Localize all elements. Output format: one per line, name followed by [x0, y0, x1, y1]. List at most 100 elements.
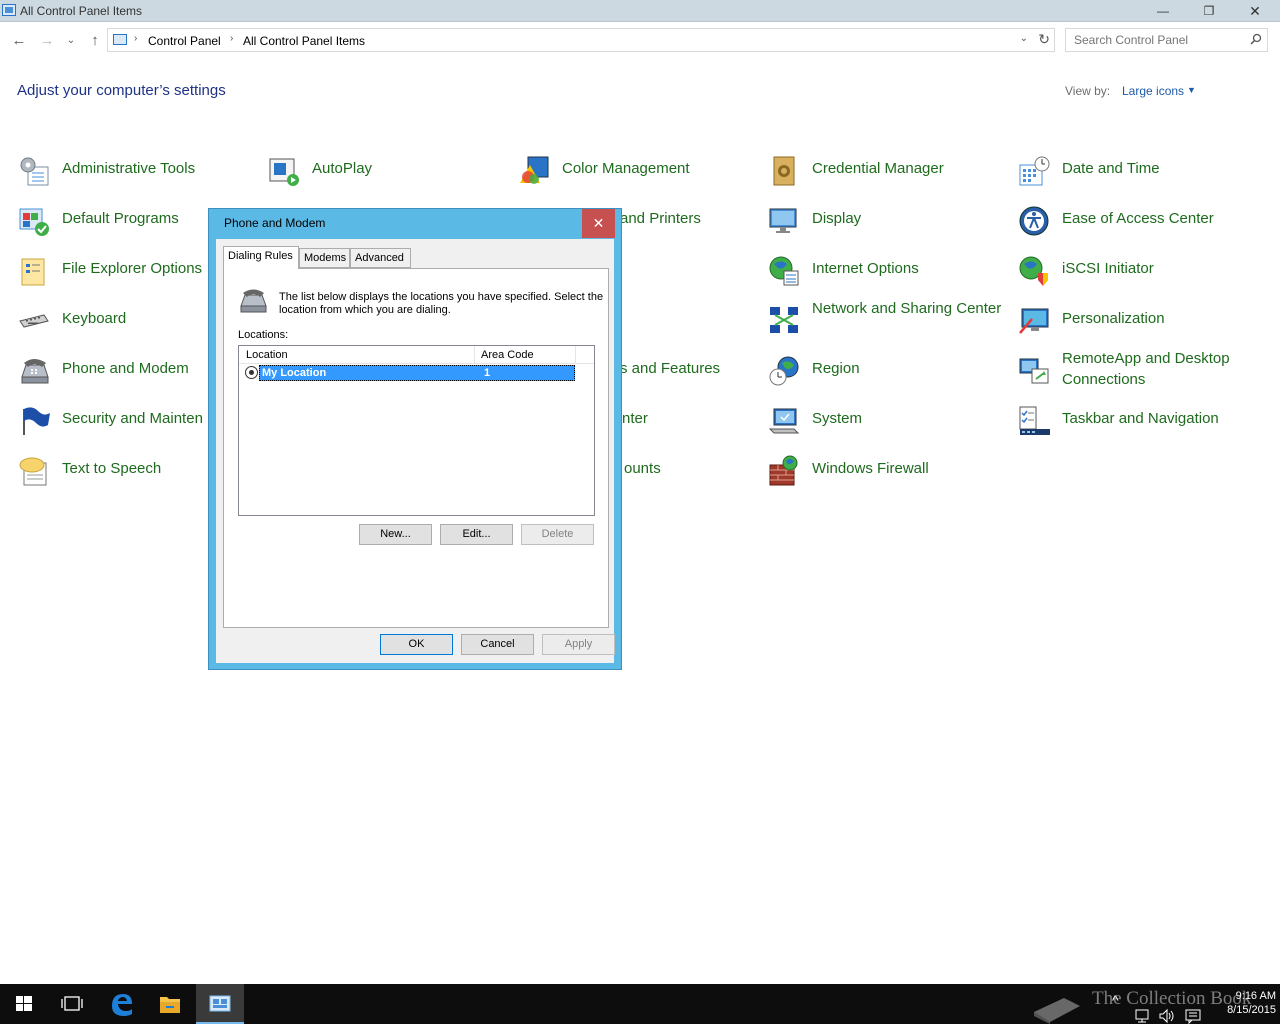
column-header-location[interactable]: Location: [246, 349, 288, 361]
item-date-and-time[interactable]: Date and Time: [1018, 155, 1248, 195]
keyboard-icon: [19, 314, 49, 328]
column-divider[interactable]: [474, 346, 475, 364]
column-divider[interactable]: [575, 346, 576, 364]
color-management-icon: [520, 156, 549, 184]
table-row[interactable]: My Location 1: [259, 365, 575, 381]
minimize-button[interactable]: —: [1140, 0, 1186, 22]
edge-browser-button[interactable]: [98, 984, 146, 1024]
item-label: Color Management: [562, 160, 690, 177]
item-credential-manager[interactable]: Credential Manager: [768, 155, 998, 195]
breadcrumb-all-items[interactable]: All Control Panel Items: [243, 34, 365, 48]
collection-book-logo: [1034, 998, 1080, 1024]
item-label: Date and Time: [1062, 160, 1160, 177]
cancel-button[interactable]: Cancel: [461, 634, 534, 655]
view-by-label: View by:: [1065, 84, 1111, 98]
up-button[interactable]: ↑: [84, 30, 106, 52]
item-display[interactable]: Display: [768, 205, 998, 245]
phone-modem-icon: [21, 359, 49, 384]
item-label: Display: [812, 210, 862, 227]
phone-and-modem-dialog: Phone and Modem ✕ Dialing Rules Modems A…: [208, 208, 622, 670]
page-title: Adjust your computer’s settings: [17, 82, 226, 99]
search-box[interactable]: [1065, 28, 1268, 52]
tab-dialing-rules[interactable]: Dialing Rules: [223, 246, 299, 269]
dialing-rules-description: The list below displays the locations yo…: [279, 291, 604, 316]
item-network-sharing[interactable]: Network and Sharing Center: [768, 300, 1001, 345]
item-color-management[interactable]: Color Management: [518, 155, 748, 195]
control-panel-taskbar-button[interactable]: [196, 984, 244, 1024]
edge-icon: [112, 994, 132, 1016]
location-area-code: 1: [484, 367, 491, 379]
chevron-down-icon[interactable]: ▼: [1187, 85, 1196, 95]
item-label: Network and Sharing Center: [812, 300, 1002, 317]
control-panel-icon: [2, 4, 16, 16]
ok-button[interactable]: OK: [380, 634, 453, 655]
restore-button[interactable]: ❐: [1186, 0, 1232, 22]
item-autoplay[interactable]: AutoPlay: [268, 155, 498, 195]
item-internet-options[interactable]: Internet Options: [768, 255, 998, 295]
refresh-icon[interactable]: ↻: [1038, 31, 1050, 48]
search-icon[interactable]: [1250, 33, 1262, 45]
text-to-speech-icon: [19, 457, 47, 486]
file-explorer-options-icon: [21, 258, 45, 286]
close-window-button[interactable]: ✕: [1232, 0, 1278, 22]
item-label: Region: [812, 360, 860, 377]
display-icon: [769, 208, 797, 233]
item-label: iSCSI Initiator: [1062, 260, 1154, 277]
locations-list[interactable]: Location Area Code My Location 1: [238, 345, 595, 516]
admin-tools-icon: [20, 157, 49, 186]
remoteapp-icon: [1019, 358, 1049, 384]
item-text-to-speech[interactable]: Text to Speech: [18, 455, 208, 495]
watermark-text: The Collection Book: [1092, 988, 1252, 1009]
list-header: Location Area Code: [239, 346, 594, 364]
address-dropdown-icon[interactable]: ⌄: [1020, 33, 1028, 44]
back-button[interactable]: ←: [8, 30, 30, 52]
new-location-button[interactable]: New...: [359, 524, 432, 545]
start-button[interactable]: [0, 984, 48, 1024]
item-iscsi-initiator[interactable]: iSCSI Initiator: [1018, 255, 1248, 295]
security-maintenance-icon: [23, 407, 50, 435]
windows-logo-icon: [16, 996, 32, 1011]
item-label: Internet Options: [812, 260, 919, 277]
view-by-dropdown[interactable]: Large icons: [1122, 84, 1184, 98]
task-view-icon: [61, 996, 83, 1011]
control-panel-icon: [113, 34, 127, 45]
search-input[interactable]: [1066, 29, 1246, 51]
column-header-area-code[interactable]: Area Code: [481, 349, 534, 361]
tab-advanced[interactable]: Advanced: [350, 248, 411, 268]
forward-button[interactable]: →: [36, 30, 58, 52]
dialog-close-button[interactable]: ✕: [582, 209, 615, 238]
navigation-row: ← → ⌄ ↑ › Control Panel › All Control Pa…: [0, 28, 1280, 54]
location-name: My Location: [262, 367, 327, 379]
breadcrumb-control-panel[interactable]: Control Panel: [148, 34, 221, 48]
item-windows-firewall[interactable]: Windows Firewall: [768, 455, 998, 495]
address-bar[interactable]: › Control Panel › All Control Panel Item…: [107, 28, 1055, 52]
item-label: RemoteApp and Desktop Connections: [1062, 350, 1230, 388]
location-radio[interactable]: [245, 366, 258, 379]
delete-location-button[interactable]: Delete: [521, 524, 594, 545]
iscsi-initiator-icon: [1019, 256, 1048, 286]
item-administrative-tools[interactable]: Administrative Tools: [18, 155, 248, 195]
file-explorer-button[interactable]: [146, 984, 194, 1024]
item-security-and-maintenance[interactable]: Security and Mainten: [18, 405, 208, 445]
item-system[interactable]: System: [768, 405, 998, 445]
region-icon: [769, 356, 799, 386]
task-view-button[interactable]: [48, 984, 96, 1024]
breadcrumb-separator: ›: [134, 33, 138, 44]
item-label: System: [812, 410, 863, 427]
item-remoteapp[interactable]: RemoteApp and Desktop Connections: [1018, 350, 1258, 395]
control-panel-icon: [209, 995, 231, 1012]
tab-modems[interactable]: Modems: [299, 248, 350, 268]
internet-options-icon: [769, 256, 799, 286]
apply-button[interactable]: Apply: [542, 634, 615, 655]
dialog-body: Dialing Rules Modems Advanced The list b…: [216, 239, 615, 663]
recent-locations-button[interactable]: ⌄: [60, 30, 82, 52]
window-title-bar: All Control Panel Items — ❐ ✕: [0, 0, 1280, 22]
item-label: Personalization: [1062, 310, 1165, 327]
item-taskbar-and-navigation[interactable]: Taskbar and Navigation: [1018, 405, 1258, 445]
item-region[interactable]: Region: [768, 355, 998, 395]
item-ease-of-access[interactable]: Ease of Access Center: [1018, 205, 1248, 245]
item-personalization[interactable]: Personalization: [1018, 305, 1248, 345]
edit-location-button[interactable]: Edit...: [440, 524, 513, 545]
taskbar: ^ 9:16 AM 8/15/2015: [0, 984, 1280, 1024]
date-time-icon: [1019, 156, 1050, 186]
